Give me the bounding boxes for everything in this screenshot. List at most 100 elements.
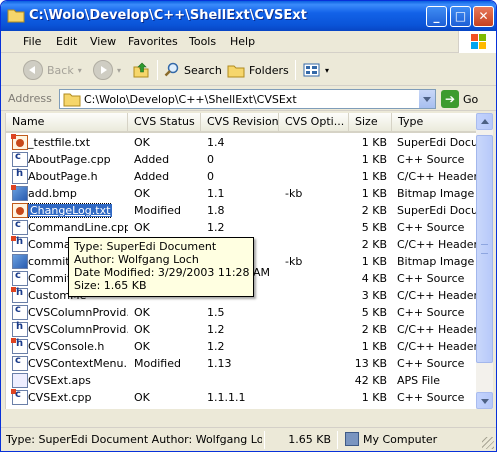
cell-size: 1 KB xyxy=(361,187,387,200)
cell-size: 1 KB xyxy=(361,136,387,149)
cell-type: C/C++ Header xyxy=(397,340,476,353)
scroll-thumb[interactable] xyxy=(476,135,493,363)
file-row[interactable]: ChangeLog.txt Modified 1.8 2 KB SuperEdi Doc… xyxy=(6,202,476,219)
cell-options xyxy=(285,151,349,168)
cell-revision: 1.2 xyxy=(207,221,225,234)
cell-type: Bitmap Image xyxy=(397,255,475,268)
header-file-icon xyxy=(11,236,28,252)
file-row[interactable]: CVSColumnProvid... OK 1.5 5 KB C++ Source xyxy=(6,304,476,321)
scroll-down-button[interactable] xyxy=(476,392,493,409)
file-list[interactable]: Name CVS Status CVS Revision CVS Opti...… xyxy=(5,113,476,409)
cell-size: 2 KB xyxy=(361,204,387,217)
views-dropdown-icon[interactable]: ▾ xyxy=(325,66,329,75)
up-folder-icon xyxy=(133,62,149,78)
cpp-file-icon xyxy=(12,304,28,320)
tooltip-author: Author: Wolfgang Loch xyxy=(74,253,199,266)
selected-file-name[interactable]: ChangeLog.txt xyxy=(28,203,113,218)
minimize-button[interactable]: _ xyxy=(426,6,447,27)
menu-file[interactable]: File xyxy=(23,35,41,48)
cell-revision: 1.1 xyxy=(207,187,225,200)
address-field[interactable]: C:\Wolo\Develop\C++\ShellExt\CVSExt xyxy=(59,89,436,109)
info-tooltip: Type: SuperEdi Document Author: Wolfgang… xyxy=(68,237,270,297)
search-button[interactable]: Search xyxy=(164,59,222,81)
file-row[interactable]: CVSContextMenu... Modified 1.13 13 KB C++ So… xyxy=(6,355,476,372)
menu-favorites[interactable]: Favorites xyxy=(128,35,178,48)
scroll-up-button[interactable] xyxy=(476,113,493,130)
cell-type: SuperEdi Document xyxy=(397,204,476,217)
file-row[interactable]: CVSColumnProvid... OK 1.2 2 KB C/C++ Header xyxy=(6,321,476,338)
menu-bar: File Edit View Favorites Tools Help xyxy=(1,31,496,53)
cell-status: OK xyxy=(134,323,150,336)
cell-options xyxy=(285,219,349,236)
file-row[interactable]: _testfile.txt OK 1.4 1 KB SuperEdi Document xyxy=(6,134,476,151)
cell-size: 1 KB xyxy=(361,255,387,268)
toolbar-separator xyxy=(295,60,296,80)
bitmap-file-icon xyxy=(11,185,28,201)
cell-size: 2 KB xyxy=(361,323,387,336)
cell-revision xyxy=(207,372,279,389)
menu-help[interactable]: Help xyxy=(230,35,255,48)
cell-name: add.bmp xyxy=(28,187,77,200)
maximize-button[interactable]: □ xyxy=(450,6,471,27)
cell-revision: 1.8 xyxy=(207,204,225,217)
file-row[interactable]: add.bmp OK 1.1 -kb 1 KB Bitmap Image xyxy=(6,185,476,202)
forward-dropdown-icon[interactable]: ▾ xyxy=(117,66,121,75)
menu-edit[interactable]: Edit xyxy=(56,35,77,48)
cell-revision: 1.4 xyxy=(207,136,225,149)
file-row[interactable]: CommandLine.cpp OK 1.2 5 KB C++ Source xyxy=(6,219,476,236)
cell-status: Added xyxy=(134,153,170,166)
header-file-icon xyxy=(12,321,28,337)
cell-type: C++ Source xyxy=(397,221,465,234)
address-dropdown-button[interactable] xyxy=(418,90,435,108)
go-label: Go xyxy=(463,92,479,106)
tooltip-type: Type: SuperEdi Document xyxy=(74,240,217,253)
title-bar[interactable]: C:\Wolo\Develop\C++\ShellExt\CVSExt _ □ … xyxy=(1,1,496,31)
file-row[interactable]: AboutPage.cpp Added 0 1 KB C++ Source xyxy=(6,151,476,168)
cpp-file-icon xyxy=(12,355,28,371)
cell-options xyxy=(285,168,349,185)
column-header-cvs-status[interactable]: CVS Status xyxy=(128,113,201,131)
file-row[interactable]: CVSExt.aps 42 KB APS File xyxy=(6,372,476,389)
cell-status: OK xyxy=(134,306,150,319)
vertical-scrollbar[interactable] xyxy=(476,113,493,409)
cell-options xyxy=(285,372,349,389)
header-file-icon xyxy=(12,168,28,184)
folders-button[interactable]: Folders xyxy=(227,59,289,81)
cell-name: CVSExt.cpp xyxy=(28,391,92,404)
cell-name: AboutPage.cpp xyxy=(28,153,111,166)
column-header-cvs-revision[interactable]: CVS Revision xyxy=(201,113,279,131)
cell-status: Added xyxy=(134,170,170,183)
toolbar-separator xyxy=(157,60,158,80)
cell-options xyxy=(285,134,349,151)
folder-icon xyxy=(63,93,81,107)
column-header-cvs-options[interactable]: CVS Opti... xyxy=(279,113,349,131)
file-row[interactable]: CVSConsole.h OK 1.2 1 KB C/C++ Header xyxy=(6,338,476,355)
cell-status: Modified xyxy=(134,357,181,370)
folders-label: Folders xyxy=(249,63,289,77)
resize-grip[interactable] xyxy=(482,437,494,449)
file-row[interactable]: AboutPage.h Added 0 1 KB C/C++ Header xyxy=(6,168,476,185)
cell-options xyxy=(285,202,349,219)
up-button[interactable] xyxy=(132,59,150,81)
back-icon xyxy=(23,60,43,80)
column-header-name[interactable]: Name xyxy=(6,113,128,131)
go-button[interactable]: ➔ Go xyxy=(441,90,478,108)
back-button[interactable]: Back ▾ xyxy=(23,59,82,81)
column-header-size[interactable]: Size xyxy=(349,113,392,131)
cell-revision: 0 xyxy=(207,170,214,183)
aps-file-icon xyxy=(12,373,28,388)
file-row[interactable]: CVSExt.cpp OK 1.1.1.1 1 KB C++ Source xyxy=(6,389,476,406)
status-divider xyxy=(264,431,265,449)
close-button[interactable]: ✕ xyxy=(473,6,494,27)
forward-button[interactable]: ▾ xyxy=(93,59,121,81)
menu-view[interactable]: View xyxy=(90,35,116,48)
address-value[interactable]: C:\Wolo\Develop\C++\ShellExt\CVSExt xyxy=(84,93,297,106)
menu-tools[interactable]: Tools xyxy=(189,35,216,48)
back-dropdown-icon[interactable]: ▾ xyxy=(78,66,82,75)
explorer-window: C:\Wolo\Develop\C++\ShellExt\CVSExt _ □ … xyxy=(0,0,497,452)
cell-type: C++ Source xyxy=(397,357,465,370)
cell-options: -kb xyxy=(285,187,303,200)
views-button[interactable]: ▾ xyxy=(303,59,329,81)
address-bar: Address C:\Wolo\Develop\C++\ShellExt\CVS… xyxy=(1,87,496,111)
column-header-type[interactable]: Type xyxy=(392,113,476,131)
